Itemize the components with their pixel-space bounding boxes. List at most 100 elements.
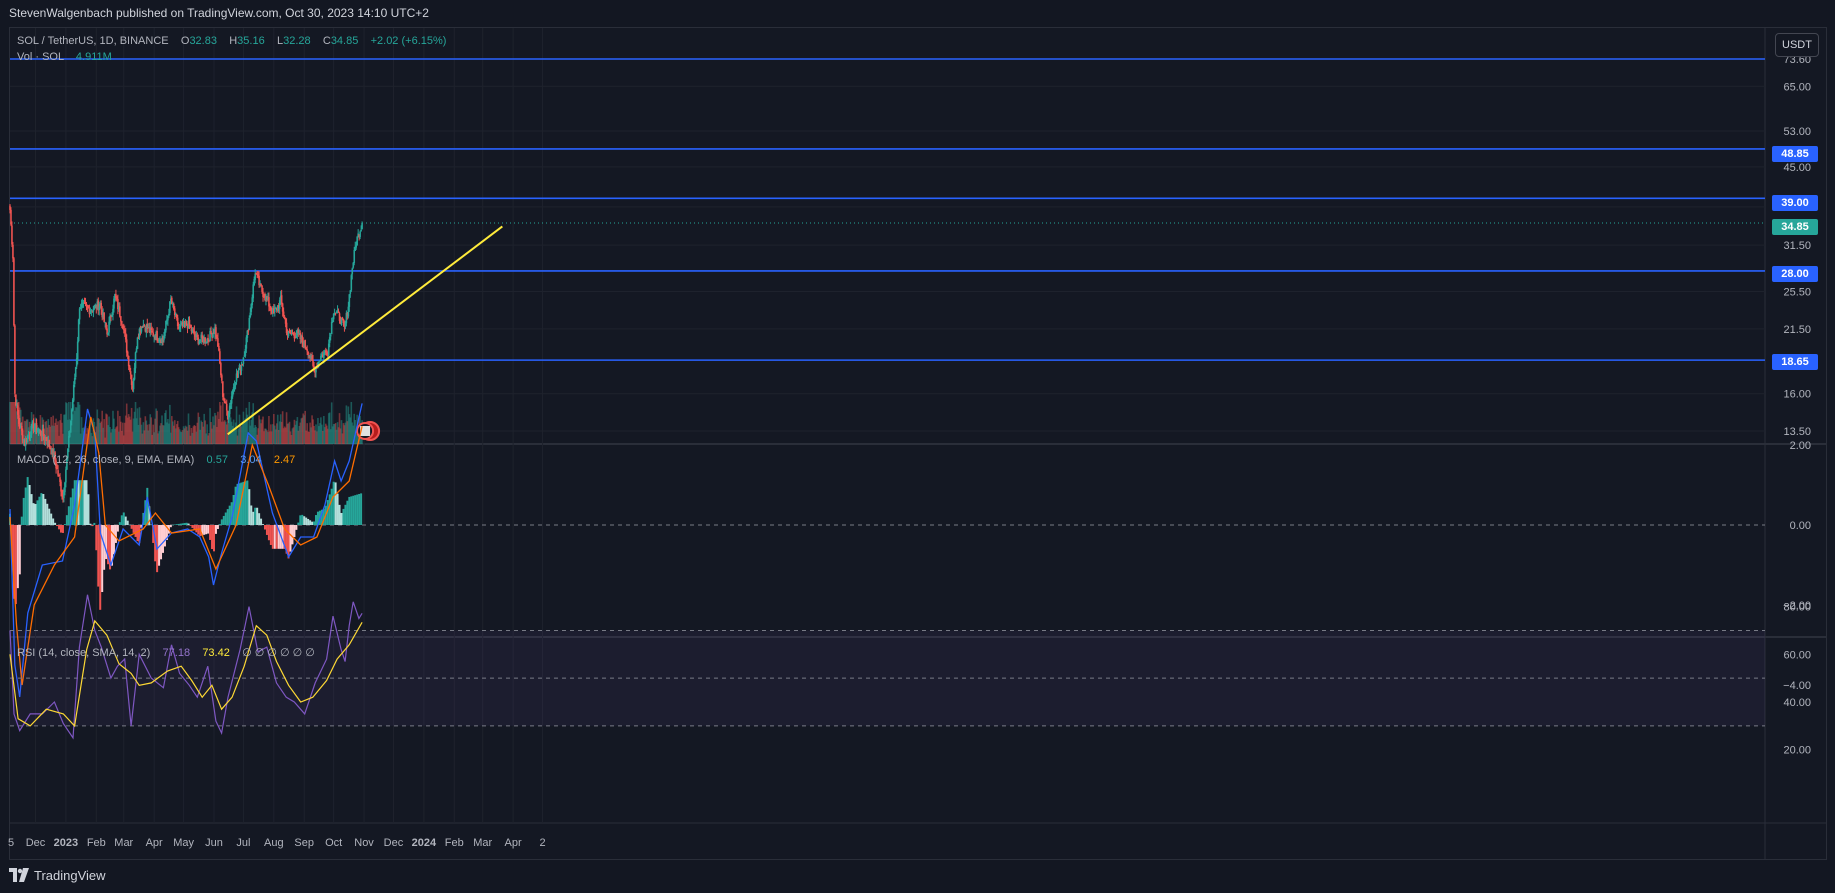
price-tick-label: 25.50 — [1783, 286, 1811, 298]
macd-histogram-bar — [130, 525, 133, 529]
macd-histogram-bar — [269, 525, 272, 545]
macd-histogram-bar — [336, 493, 339, 525]
price-tick-label: 21.50 — [1783, 324, 1811, 336]
macd-histogram-bar — [332, 481, 335, 525]
macd-histogram-bar — [85, 480, 88, 525]
macd-histogram-bar — [216, 525, 219, 529]
macd-histogram-bar — [114, 525, 117, 543]
footer — [0, 860, 1835, 893]
candle-body — [78, 308, 81, 320]
macd-histogram-bar — [128, 524, 131, 526]
macd-histogram-bar — [340, 512, 343, 525]
macd-histogram-bar — [97, 525, 100, 587]
main-legend: SOL / TetherUS, 1D, BINANCE O32.83 H35.1… — [17, 35, 446, 47]
candle-body — [242, 357, 245, 365]
candle-body — [240, 365, 243, 371]
candle-body — [360, 229, 362, 232]
candle-body — [179, 324, 182, 327]
macd-histogram-bar — [67, 506, 70, 525]
macd-histogram-bar — [356, 494, 359, 525]
macd-histogram-bar — [360, 493, 363, 525]
volume-label[interactable]: Vol · SOL — [17, 51, 64, 63]
macd-histogram-bar — [293, 525, 296, 538]
candle-body — [103, 312, 105, 322]
candle-body — [330, 321, 333, 335]
candle-body — [129, 371, 132, 375]
macd-histogram-bar — [244, 481, 247, 525]
macd-histogram-bar — [263, 525, 266, 530]
candle-body — [307, 351, 309, 355]
macd-histogram-bar — [303, 516, 306, 525]
price-tick-label: 65.00 — [1783, 81, 1811, 93]
candle-body — [221, 375, 223, 381]
macd-histogram-bar — [54, 522, 57, 525]
macd-histogram-bar — [313, 521, 316, 525]
x-tick-label: Mar — [114, 837, 133, 849]
candle-body — [21, 430, 24, 441]
macd-histogram-bar — [161, 525, 164, 553]
chart-canvas[interactable]: 5 Dec 2023 Feb Mar Apr May Jun Jul Aug Sep Oct Nov De… — [0, 0, 1835, 893]
open-value: 32.83 — [189, 35, 217, 47]
macd-histogram-bar — [256, 507, 259, 525]
candle-body — [290, 333, 293, 335]
x-tick-label: Apr — [505, 837, 522, 849]
macd-histogram-bar — [124, 516, 127, 525]
macd-histogram-bar — [307, 518, 310, 525]
macd-label[interactable]: MACD (12, 26, close, 9, EMA, EMA) — [17, 454, 194, 466]
macd-histogram-bar — [93, 522, 96, 525]
macd-histogram-bar — [301, 514, 304, 525]
macd-histogram-bar — [226, 509, 229, 525]
macd-histogram-bar — [160, 525, 163, 560]
rsi-tick-label: 80.00 — [1783, 602, 1811, 614]
candle-body — [12, 244, 14, 259]
macd-histogram-bar — [205, 525, 208, 535]
macd-histogram-bar — [328, 494, 331, 525]
macd-histogram-bar — [344, 504, 347, 525]
x-tick-label: 5 — [8, 837, 14, 849]
macd-histogram-bar — [26, 477, 29, 525]
tradingview-brand[interactable]: TradingView — [9, 864, 106, 886]
x-tick-label: Sep — [294, 837, 314, 849]
macd-histogram-bar — [42, 494, 45, 525]
macd-histogram-bar — [14, 525, 17, 605]
high-value: 35.16 — [237, 35, 265, 47]
rsi-extras: ∅ ∅ ∅ ∅ ∅ ∅ — [242, 647, 315, 659]
price-tick-label: 13.50 — [1783, 426, 1811, 438]
macd-histogram-bar — [30, 494, 33, 525]
macd-histogram-bar — [348, 496, 351, 525]
macd-histogram-bar — [179, 523, 182, 525]
x-tick-label: Dec — [384, 837, 404, 849]
macd-histogram-bar — [16, 525, 19, 589]
candle-body — [351, 268, 354, 275]
tradingview-logo-icon — [9, 868, 29, 882]
macd-histogram-bar — [212, 525, 215, 552]
macd-histogram-bar — [183, 523, 186, 525]
x-tick-label: 2024 — [412, 837, 437, 849]
macd-histogram-bar — [289, 525, 292, 552]
macd-histogram-bar — [99, 525, 102, 610]
volume-legend: Vol · SOL 4.911M — [17, 51, 112, 63]
macd-histogram-bar — [116, 525, 119, 532]
macd-histogram-bar — [40, 493, 43, 525]
macd-histogram-bar — [273, 525, 276, 549]
macd-histogram-bar — [175, 524, 178, 525]
x-tick-label: Oct — [325, 837, 342, 849]
candle-body — [237, 370, 240, 374]
rsi-ma-value: 73.42 — [202, 647, 230, 659]
macd-histogram-bar — [350, 496, 353, 525]
macd-histogram-bar — [222, 515, 225, 525]
rsi-label[interactable]: RSI (14, close, SMA, 14, 2) — [17, 647, 150, 659]
macd-histogram-bar — [203, 525, 206, 535]
price-tick-label: 16.00 — [1783, 389, 1811, 401]
macd-histogram-bar — [95, 525, 98, 551]
macd-histogram-bar — [267, 525, 270, 541]
macd-histogram-bar — [120, 515, 123, 525]
candle-body — [134, 352, 137, 369]
x-tick-label: Feb — [445, 837, 464, 849]
x-tick-label: Nov — [354, 837, 374, 849]
currency-button[interactable]: USDT — [1775, 33, 1819, 57]
macd-hist-value: 0.57 — [206, 454, 228, 466]
macd-histogram-bar — [61, 525, 64, 533]
symbol-label[interactable]: SOL / TetherUS, 1D, BINANCE — [17, 35, 169, 47]
rsi-value: 77.18 — [162, 647, 191, 659]
